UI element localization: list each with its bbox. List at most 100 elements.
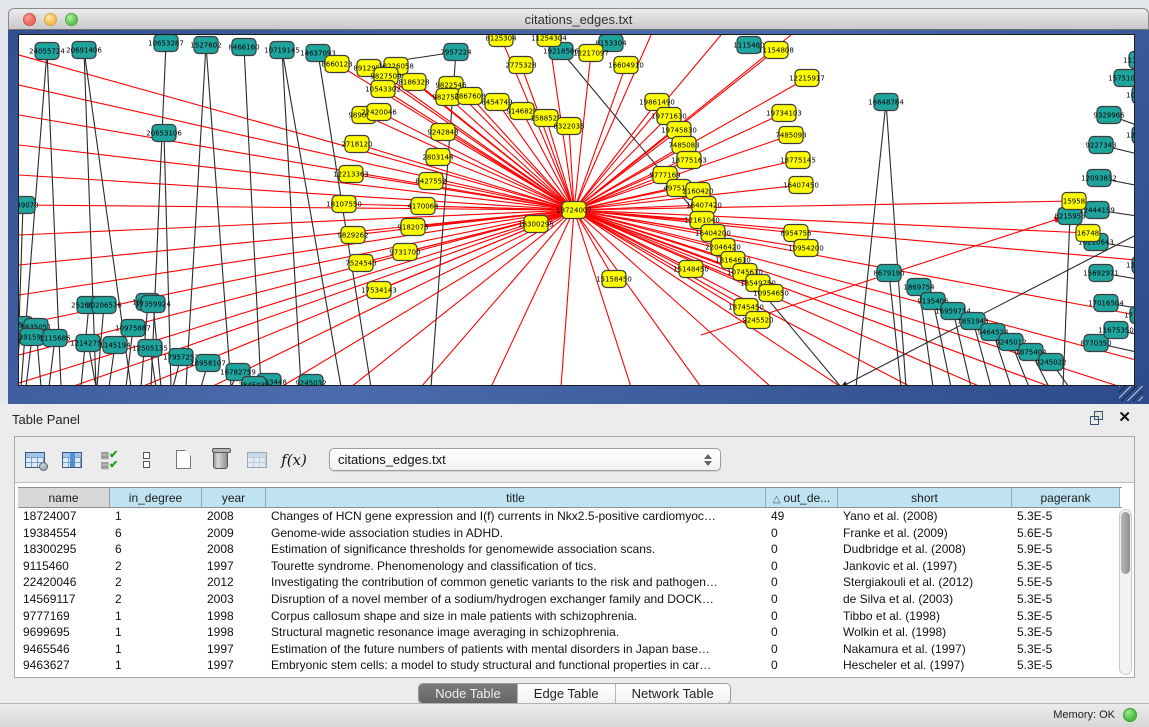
table-row[interactable]: 1938455462009Genome-wide association stu… (18, 525, 1122, 542)
graph-node[interactable]: 1145194 (99, 337, 131, 354)
graph-node[interactable]: 2803144 (422, 149, 454, 166)
network-canvas[interactable]: 2405572420691406 10653287 1527602 8466160 10… (19, 35, 1135, 386)
graph-node[interactable]: 7957224 (440, 44, 472, 61)
zoom-window-button[interactable] (65, 13, 78, 26)
graph-node[interactable]: 8125304 (485, 35, 517, 47)
graph-node[interactable]: 9329966 (1093, 107, 1125, 124)
graph-node[interactable]: 16648784 (868, 94, 904, 111)
graph-node[interactable]: 16407450 (783, 177, 819, 194)
graph-node[interactable]: 20691406 (66, 42, 102, 59)
window-titlebar[interactable]: citations_edges.txt (8, 8, 1149, 30)
graph-node[interactable]: 15958 (1062, 193, 1086, 210)
cell-name: 19384554 (18, 525, 110, 542)
graph-node[interactable]: 9182075 (397, 219, 428, 236)
graph-node[interactable]: 10653287 (148, 35, 184, 52)
table-row[interactable]: 969969511998Structural magnetic resonanc… (18, 624, 1122, 641)
cell-out_degree: 0 (766, 641, 838, 658)
graph-node[interactable]: 20653106 (146, 125, 182, 142)
close-panel-icon[interactable]: ✕ (1118, 411, 1131, 425)
column-header-in_degree[interactable]: in_degree (110, 488, 202, 507)
svg-text:7957224: 7957224 (440, 49, 472, 57)
graph-node[interactable]: 15751074 (1108, 70, 1135, 87)
graph-node[interactable]: 7524540 (345, 255, 376, 272)
graph-node[interactable]: 9245022 (1035, 354, 1066, 371)
graph-node[interactable]: 1527602 (190, 37, 221, 54)
tab-node-table[interactable]: Node Table (419, 684, 518, 703)
table-vertical-scrollbar[interactable] (1119, 509, 1132, 675)
graph-node[interactable]: 8466160 (228, 39, 259, 56)
delete-column-icon[interactable] (206, 446, 234, 474)
graph-node[interactable]: 7845032 (238, 377, 269, 387)
graph-node[interactable]: 9245032 (295, 375, 326, 387)
column-header-out_degree[interactable]: △out_de... (766, 488, 838, 507)
graph-edge (19, 115, 574, 210)
graph-node[interactable]: 15692971 (1083, 265, 1119, 282)
tab-network-table[interactable]: Network Table (616, 684, 730, 703)
close-window-button[interactable] (23, 13, 36, 26)
graph-node[interactable]: 8322035 (553, 118, 584, 135)
graph-node[interactable]: 12093832 (1081, 170, 1117, 187)
traffic-lights (23, 13, 78, 26)
status-bar: Memory: OK (0, 703, 1149, 727)
minimize-window-button[interactable] (44, 13, 57, 26)
graph-edge (186, 45, 206, 386)
graph-node[interactable]: 9227343 (1085, 137, 1116, 154)
table-row[interactable]: 911546021997Tourette syndrome. Phenomeno… (18, 558, 1122, 575)
column-header-name[interactable]: name (18, 488, 110, 507)
memory-ok-icon[interactable] (1123, 708, 1137, 722)
table-header-row: namein_degreeyeartitle△out_de...shortpag… (18, 487, 1122, 508)
table-row[interactable]: 1456911722003Disruption of a novel membe… (18, 591, 1122, 608)
cell-out_degree: 0 (766, 558, 838, 575)
column-header-pagerank[interactable]: pagerank (1012, 488, 1120, 507)
graph-node[interactable]: 1115686 (39, 330, 71, 347)
graph-node[interactable]: 18775145 (780, 152, 816, 169)
graph-node[interactable]: 2718120 (341, 136, 372, 153)
graph-node[interactable]: 7485093 (775, 127, 806, 144)
tab-edge-table[interactable]: Edge Table (518, 684, 616, 703)
graph-node[interactable]: 24055724 (29, 43, 65, 60)
graph-node[interactable]: 8186328 (398, 74, 429, 91)
column-header-title[interactable]: title (266, 488, 766, 507)
graph-node[interactable]: 15158450 (596, 271, 632, 288)
graph-node[interactable]: 9242848 (427, 124, 458, 141)
graph-node[interactable]: 8679190 (873, 265, 904, 282)
column-header-short[interactable]: short (838, 488, 1012, 507)
table-row[interactable]: 977716911998Corpus callosum shape and si… (18, 608, 1122, 625)
table-row[interactable]: 2242004622012Investigating the contribut… (18, 574, 1122, 591)
graph-node[interactable]: 12773430 (1126, 127, 1135, 144)
scrollbar-thumb[interactable] (1121, 512, 1130, 574)
graph-node[interactable]: 9245520 (742, 312, 773, 329)
column-header-year[interactable]: year (202, 488, 266, 507)
table-row[interactable]: 1830029562008Estimation of significance … (18, 541, 1122, 558)
table-row[interactable]: 946362711997Embryonic stem cells: a mode… (18, 657, 1122, 674)
graph-node[interactable]: 4170064 (407, 198, 439, 215)
graph-node[interactable]: 2775328 (505, 57, 536, 74)
create-column-icon[interactable] (169, 446, 197, 474)
select-all-icon[interactable]: ✔✔ (95, 446, 123, 474)
graph-node[interactable]: 17106500 (1124, 307, 1135, 324)
resize-grip[interactable] (1119, 386, 1143, 401)
graph-node[interactable]: 9829262 (337, 227, 368, 244)
table-row[interactable]: 1872400712008Changes of HCN gene express… (18, 508, 1122, 525)
graph-node[interactable]: 17016504 (1088, 295, 1124, 312)
graph-node[interactable]: 16604910 (608, 57, 644, 74)
float-panel-icon[interactable] (1090, 411, 1104, 425)
table-row[interactable]: 946554611997Estimation of the future num… (18, 641, 1122, 658)
table-mode-icon[interactable] (21, 446, 49, 474)
graph-node[interactable]: 16748 (1076, 225, 1100, 242)
graph-node[interactable]: 10719145 (264, 42, 300, 59)
table-selector-dropdown[interactable]: citations_edges.txt (329, 448, 721, 471)
svg-text:18775163: 18775163 (671, 157, 707, 165)
graph-node[interactable]: 10465320 (1126, 87, 1135, 104)
show-columns-icon[interactable] (58, 446, 86, 474)
graph-node[interactable]: 8427552 (415, 173, 446, 190)
graph-node[interactable]: 11125040 (1123, 52, 1135, 69)
function-builder-icon[interactable]: f(x) (280, 446, 308, 474)
graph-node[interactable]: 8660123 (321, 56, 352, 73)
graph-edge (247, 385, 254, 386)
clear-selection-icon[interactable] (132, 446, 160, 474)
graph-node[interactable]: 9731700 (389, 244, 420, 261)
graph-node[interactable]: 12215917 (789, 70, 825, 87)
graph-node[interactable]: 18107550 (326, 196, 362, 213)
svg-text:8454749: 8454749 (481, 99, 512, 107)
